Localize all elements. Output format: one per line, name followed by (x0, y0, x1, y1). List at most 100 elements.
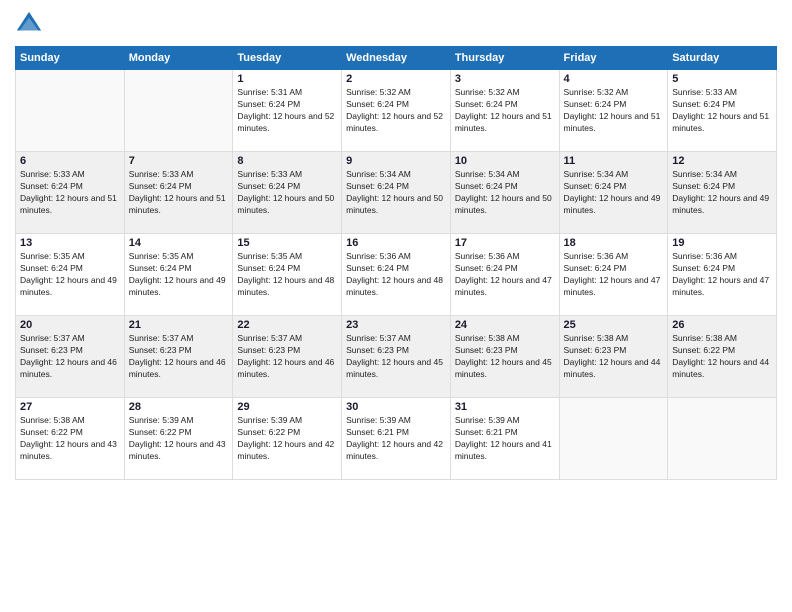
day-number: 18 (564, 237, 664, 249)
day-number: 24 (455, 319, 555, 331)
day-number: 26 (672, 319, 772, 331)
calendar-week-row: 1 Sunrise: 5:31 AMSunset: 6:24 PMDaylight… (16, 70, 777, 152)
calendar-cell: 28 Sunrise: 5:39 AMSunset: 6:22 PMDayligh… (124, 398, 233, 480)
calendar-cell: 20Sunrise: 5:37 AMSunset: 6:23 PMDayligh… (16, 316, 125, 398)
day-info: Sunrise: 5:32 AMSunset: 6:24 PMDaylight:… (564, 87, 664, 135)
day-number: 13 (20, 237, 120, 249)
day-info: Sunrise: 5:37 AMSunset: 6:23 PMDaylight:… (129, 333, 229, 381)
logo-icon (15, 10, 43, 38)
day-info: Sunrise: 5:36 AMSunset: 6:24 PMDaylight:… (455, 251, 555, 299)
calendar-cell: 6 Sunrise: 5:33 AMSunset: 6:24 PMDaylight… (16, 152, 125, 234)
day-info: Sunrise: 5:32 AMSunset: 6:24 PMDaylight:… (346, 87, 446, 135)
day-number: 5 (672, 73, 772, 85)
day-info: Sunrise: 5:35 AMSunset: 6:24 PMDaylight:… (237, 251, 337, 299)
calendar-header-saturday: Saturday (668, 47, 777, 70)
day-info: Sunrise: 5:37 AMSunset: 6:23 PMDaylight:… (237, 333, 337, 381)
day-info: Sunrise: 5:33 AMSunset: 6:24 PMDaylight:… (237, 169, 337, 217)
day-number: 6 (20, 155, 120, 167)
calendar-cell: 23 Sunrise: 5:37 AMSunset: 6:23 PMDayligh… (342, 316, 451, 398)
day-number: 15 (237, 237, 337, 249)
calendar-cell: 30 Sunrise: 5:39 AMSunset: 6:21 PMDayligh… (342, 398, 451, 480)
calendar-week-row: 13 Sunrise: 5:35 AMSunset: 6:24 PMDayligh… (16, 234, 777, 316)
calendar-cell: 22 Sunrise: 5:37 AMSunset: 6:23 PMDayligh… (233, 316, 342, 398)
day-info: Sunrise: 5:35 AMSunset: 6:24 PMDaylight:… (20, 251, 120, 299)
day-number: 16 (346, 237, 446, 249)
calendar-cell: 11 Sunrise: 5:34 AMSunset: 6:24 PMDayligh… (559, 152, 668, 234)
day-number: 11 (564, 155, 664, 167)
calendar-cell (16, 70, 125, 152)
logo (15, 10, 47, 38)
calendar-cell: 31Sunrise: 5:39 AMSunset: 6:21 PMDayligh… (450, 398, 559, 480)
day-info: Sunrise: 5:39 AMSunset: 6:21 PMDaylight:… (346, 415, 446, 463)
day-info: Sunrise: 5:39 AMSunset: 6:22 PMDaylight:… (237, 415, 337, 463)
day-info: Sunrise: 5:34 AMSunset: 6:24 PMDaylight:… (672, 169, 772, 217)
day-number: 30 (346, 401, 446, 413)
calendar-cell: 12 Sunrise: 5:34 AMSunset: 6:24 PMDayligh… (668, 152, 777, 234)
calendar-cell (559, 398, 668, 480)
calendar-cell: 15 Sunrise: 5:35 AMSunset: 6:24 PMDayligh… (233, 234, 342, 316)
day-info: Sunrise: 5:33 AMSunset: 6:24 PMDaylight:… (672, 87, 772, 135)
day-number: 10 (455, 155, 555, 167)
day-number: 28 (129, 401, 229, 413)
calendar-cell: 27 Sunrise: 5:38 AMSunset: 6:22 PMDayligh… (16, 398, 125, 480)
day-info: Sunrise: 5:33 AMSunset: 6:24 PMDaylight:… (20, 169, 120, 217)
header (15, 10, 777, 38)
calendar-cell: 26Sunrise: 5:38 AMSunset: 6:22 PMDayligh… (668, 316, 777, 398)
day-number: 2 (346, 73, 446, 85)
day-number: 17 (455, 237, 555, 249)
day-number: 7 (129, 155, 229, 167)
day-info: Sunrise: 5:32 AMSunset: 6:24 PMDaylight:… (455, 87, 555, 135)
calendar-cell: 7Sunrise: 5:33 AMSunset: 6:24 PMDaylight… (124, 152, 233, 234)
calendar-cell: 10Sunrise: 5:34 AMSunset: 6:24 PMDayligh… (450, 152, 559, 234)
day-number: 21 (129, 319, 229, 331)
calendar-cell: 24 Sunrise: 5:38 AMSunset: 6:23 PMDayligh… (450, 316, 559, 398)
calendar-header-friday: Friday (559, 47, 668, 70)
day-info: Sunrise: 5:36 AMSunset: 6:24 PMDaylight:… (672, 251, 772, 299)
day-number: 19 (672, 237, 772, 249)
day-number: 1 (237, 73, 337, 85)
calendar-week-row: 27 Sunrise: 5:38 AMSunset: 6:22 PMDayligh… (16, 398, 777, 480)
calendar-cell: 14Sunrise: 5:35 AMSunset: 6:24 PMDayligh… (124, 234, 233, 316)
day-number: 22 (237, 319, 337, 331)
calendar-cell: 19 Sunrise: 5:36 AMSunset: 6:24 PMDayligh… (668, 234, 777, 316)
calendar-cell: 9 Sunrise: 5:34 AMSunset: 6:24 PMDaylight… (342, 152, 451, 234)
day-number: 12 (672, 155, 772, 167)
calendar-cell (668, 398, 777, 480)
day-number: 9 (346, 155, 446, 167)
day-number: 8 (237, 155, 337, 167)
calendar-cell: 13 Sunrise: 5:35 AMSunset: 6:24 PMDayligh… (16, 234, 125, 316)
calendar-table: SundayMondayTuesdayWednesdayThursdayFrid… (15, 46, 777, 480)
calendar-cell: 2 Sunrise: 5:32 AMSunset: 6:24 PMDaylight… (342, 70, 451, 152)
calendar-cell: 8 Sunrise: 5:33 AMSunset: 6:24 PMDaylight… (233, 152, 342, 234)
calendar-header-row: SundayMondayTuesdayWednesdayThursdayFrid… (16, 47, 777, 70)
day-info: Sunrise: 5:38 AMSunset: 6:23 PMDaylight:… (455, 333, 555, 381)
day-info: Sunrise: 5:34 AMSunset: 6:24 PMDaylight:… (346, 169, 446, 217)
day-number: 4 (564, 73, 664, 85)
calendar-cell: 4 Sunrise: 5:32 AMSunset: 6:24 PMDaylight… (559, 70, 668, 152)
calendar-header-tuesday: Tuesday (233, 47, 342, 70)
day-info: Sunrise: 5:31 AMSunset: 6:24 PMDaylight:… (237, 87, 337, 135)
calendar-cell: 18 Sunrise: 5:36 AMSunset: 6:24 PMDayligh… (559, 234, 668, 316)
calendar-header-monday: Monday (124, 47, 233, 70)
calendar-cell: 16 Sunrise: 5:36 AMSunset: 6:24 PMDayligh… (342, 234, 451, 316)
day-info: Sunrise: 5:35 AMSunset: 6:24 PMDaylight:… (129, 251, 229, 299)
day-info: Sunrise: 5:39 AMSunset: 6:22 PMDaylight:… (129, 415, 229, 463)
calendar-cell: 25Sunrise: 5:38 AMSunset: 6:23 PMDayligh… (559, 316, 668, 398)
day-info: Sunrise: 5:36 AMSunset: 6:24 PMDaylight:… (564, 251, 664, 299)
day-number: 27 (20, 401, 120, 413)
day-number: 25 (564, 319, 664, 331)
calendar-cell: 3Sunrise: 5:32 AMSunset: 6:24 PMDaylight… (450, 70, 559, 152)
day-number: 23 (346, 319, 446, 331)
day-info: Sunrise: 5:38 AMSunset: 6:22 PMDaylight:… (20, 415, 120, 463)
calendar-cell: 5 Sunrise: 5:33 AMSunset: 6:24 PMDaylight… (668, 70, 777, 152)
day-info: Sunrise: 5:36 AMSunset: 6:24 PMDaylight:… (346, 251, 446, 299)
calendar-cell: 17 Sunrise: 5:36 AMSunset: 6:24 PMDayligh… (450, 234, 559, 316)
calendar-header-thursday: Thursday (450, 47, 559, 70)
day-number: 31 (455, 401, 555, 413)
day-info: Sunrise: 5:37 AMSunset: 6:23 PMDaylight:… (346, 333, 446, 381)
calendar-week-row: 20Sunrise: 5:37 AMSunset: 6:23 PMDayligh… (16, 316, 777, 398)
calendar-cell (124, 70, 233, 152)
day-info: Sunrise: 5:34 AMSunset: 6:24 PMDaylight:… (564, 169, 664, 217)
page: SundayMondayTuesdayWednesdayThursdayFrid… (0, 0, 792, 612)
day-number: 29 (237, 401, 337, 413)
